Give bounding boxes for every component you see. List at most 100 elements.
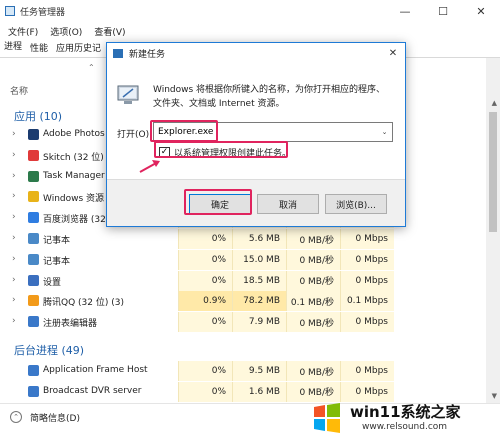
process-name: Skitch (32 位) — [43, 152, 104, 163]
process-net-cell: 0 Mbps — [340, 249, 394, 270]
expand-chevron-icon[interactable]: › — [12, 254, 16, 264]
tab-performance[interactable]: 性能 — [26, 41, 52, 57]
menu-bar: 文件(F) 选项(O) 查看(V) — [0, 22, 500, 40]
open-label: 打开(O): — [117, 130, 153, 140]
watermark-title: win11系统之家 — [350, 403, 461, 421]
scroll-up-icon[interactable]: ▲ — [492, 99, 497, 107]
menu-view[interactable]: 查看(V) — [94, 25, 125, 38]
dialog-titlebar: 新建任务 — [107, 43, 405, 64]
process-name: 百度浏览器 (32 — [43, 215, 106, 226]
close-button[interactable]: ✕ — [462, 0, 500, 22]
window-title: 任务管理器 — [20, 7, 66, 18]
expand-chevron-icon[interactable]: › — [12, 171, 16, 181]
expand-chevron-icon[interactable]: › — [12, 233, 16, 243]
expand-chevron-icon[interactable]: › — [12, 150, 16, 160]
process-row[interactable]: › 设置 0% 18.5 MB 0 MB/秒 0 Mbps — [0, 270, 486, 291]
process-cpu-cell: 0% — [178, 229, 232, 249]
windows-logo-icon — [314, 403, 340, 433]
highlight-admin-checkbox — [154, 141, 288, 158]
menu-options[interactable]: 选项(O) — [50, 25, 82, 38]
process-icon — [28, 385, 39, 397]
apps-group-header: 应用 (10) — [14, 110, 63, 123]
process-net-cell: 0 Mbps — [340, 361, 394, 381]
menu-file[interactable]: 文件(F) — [8, 25, 38, 38]
red-arrow-icon — [139, 160, 160, 173]
process-name: Adobe Photos — [43, 129, 105, 139]
process-cpu-cell: 0% — [178, 270, 232, 291]
tab-processes[interactable]: 进程 — [0, 39, 27, 57]
process-name: Windows 资源 — [43, 194, 105, 205]
process-name: Task Manager — [43, 170, 105, 181]
process-cpu-cell: 0.9% — [178, 291, 232, 312]
expand-chevron-icon[interactable]: › — [12, 295, 16, 305]
process-name: 腾讯QQ (32 位) (3) — [43, 298, 124, 309]
expand-chevron-icon[interactable]: › — [12, 212, 16, 222]
task-manager-icon — [5, 6, 15, 16]
highlight-ok-button — [184, 189, 252, 215]
process-cpu-cell: 0% — [178, 249, 232, 270]
cancel-button[interactable]: 取消 — [257, 194, 319, 214]
dialog-close-icon[interactable]: ✕ — [381, 43, 405, 63]
process-row[interactable]: › 注册表编辑器 0% 7.9 MB 0 MB/秒 0 Mbps — [0, 312, 486, 333]
expand-chevron-icon[interactable]: › — [12, 275, 16, 285]
watermark-url: www.relsound.com — [362, 422, 448, 432]
expand-chevron-icon[interactable]: › — [12, 191, 16, 201]
process-name: 记事本 — [43, 236, 71, 246]
dialog-description: Windows 将根据你所键入的名称，为你打开相应的程序、文件夹、文档或 Int… — [153, 85, 386, 109]
process-row[interactable]: › 记事本 0% 5.6 MB 0 MB/秒 0 Mbps — [0, 229, 486, 249]
process-icon — [28, 149, 39, 161]
sort-chevron-icon[interactable]: ⌃ — [88, 63, 95, 72]
process-net-cell: 0 Mbps — [340, 312, 394, 333]
process-mem-cell: 1.6 MB — [232, 381, 286, 402]
dialog-title: 新建任务 — [129, 50, 166, 60]
process-name: Broadcast DVR server — [43, 385, 142, 396]
open-dropdown-chevron-icon[interactable]: ⌄ — [377, 123, 392, 141]
watermark: win11系统之家 www.relsound.com — [310, 398, 498, 440]
process-name: Application Frame Host — [43, 365, 148, 375]
process-icon — [28, 365, 39, 376]
process-mem-cell: 5.6 MB — [232, 229, 286, 249]
process-mem-cell: 15.0 MB — [232, 249, 286, 270]
process-row[interactable]: › 记事本 0% 15.0 MB 0 MB/秒 0 Mbps — [0, 249, 486, 270]
fewer-details-link[interactable]: 简略信息(D) — [30, 411, 80, 424]
collapse-up-icon[interactable]: ⌃ — [10, 411, 22, 423]
minimize-button[interactable]: — — [386, 0, 424, 22]
process-disk-cell: 0 MB/秒 — [286, 229, 340, 249]
process-icon — [28, 316, 39, 328]
expand-chevron-icon[interactable]: › — [12, 316, 16, 326]
process-name: 注册表编辑器 — [43, 319, 98, 330]
process-cpu-cell: 0% — [178, 361, 232, 381]
process-icon — [28, 212, 39, 224]
scrollbar-thumb[interactable] — [489, 112, 497, 232]
process-icon — [28, 170, 39, 182]
process-icon — [28, 191, 39, 203]
expand-chevron-icon[interactable]: › — [12, 129, 16, 139]
process-icon — [28, 233, 39, 244]
process-row[interactable]: › 腾讯QQ (32 位) (3) 0.9% 78.2 MB 0.1 MB/秒 0.1 M… — [0, 291, 486, 312]
process-net-cell: 0 Mbps — [340, 229, 394, 249]
process-disk-cell: 0.1 MB/秒 — [286, 291, 340, 312]
process-icon — [28, 274, 39, 286]
browse-button[interactable]: 浏览(B)... — [325, 194, 387, 214]
process-icon — [28, 295, 39, 307]
run-program-icon — [117, 85, 139, 104]
process-mem-cell: 7.9 MB — [232, 312, 286, 333]
maximize-button[interactable]: ☐ — [424, 0, 462, 22]
dialog-title-icon — [113, 49, 123, 58]
column-header-name[interactable]: 名称 — [10, 84, 28, 97]
process-row[interactable]: Application Frame Host 0% 9.5 MB 0 MB/秒 0 Mb… — [0, 361, 486, 381]
tab-app-history[interactable]: 应用历史记 — [52, 41, 105, 57]
process-cpu-cell: 0% — [178, 312, 232, 333]
process-net-cell: 0.1 Mbps — [340, 291, 394, 312]
window-controls: — ☐ ✕ — [386, 0, 500, 22]
highlight-open-input — [150, 120, 218, 142]
process-mem-cell: 9.5 MB — [232, 361, 286, 381]
process-disk-cell: 0 MB/秒 — [286, 249, 340, 270]
process-disk-cell: 0 MB/秒 — [286, 361, 340, 381]
background-group-header: 后台进程 (49) — [14, 344, 85, 357]
process-icon — [28, 253, 39, 265]
process-cpu-cell: 0% — [178, 381, 232, 402]
process-mem-cell: 78.2 MB — [232, 291, 286, 312]
process-name: 记事本 — [43, 256, 71, 267]
process-icon — [28, 129, 39, 140]
